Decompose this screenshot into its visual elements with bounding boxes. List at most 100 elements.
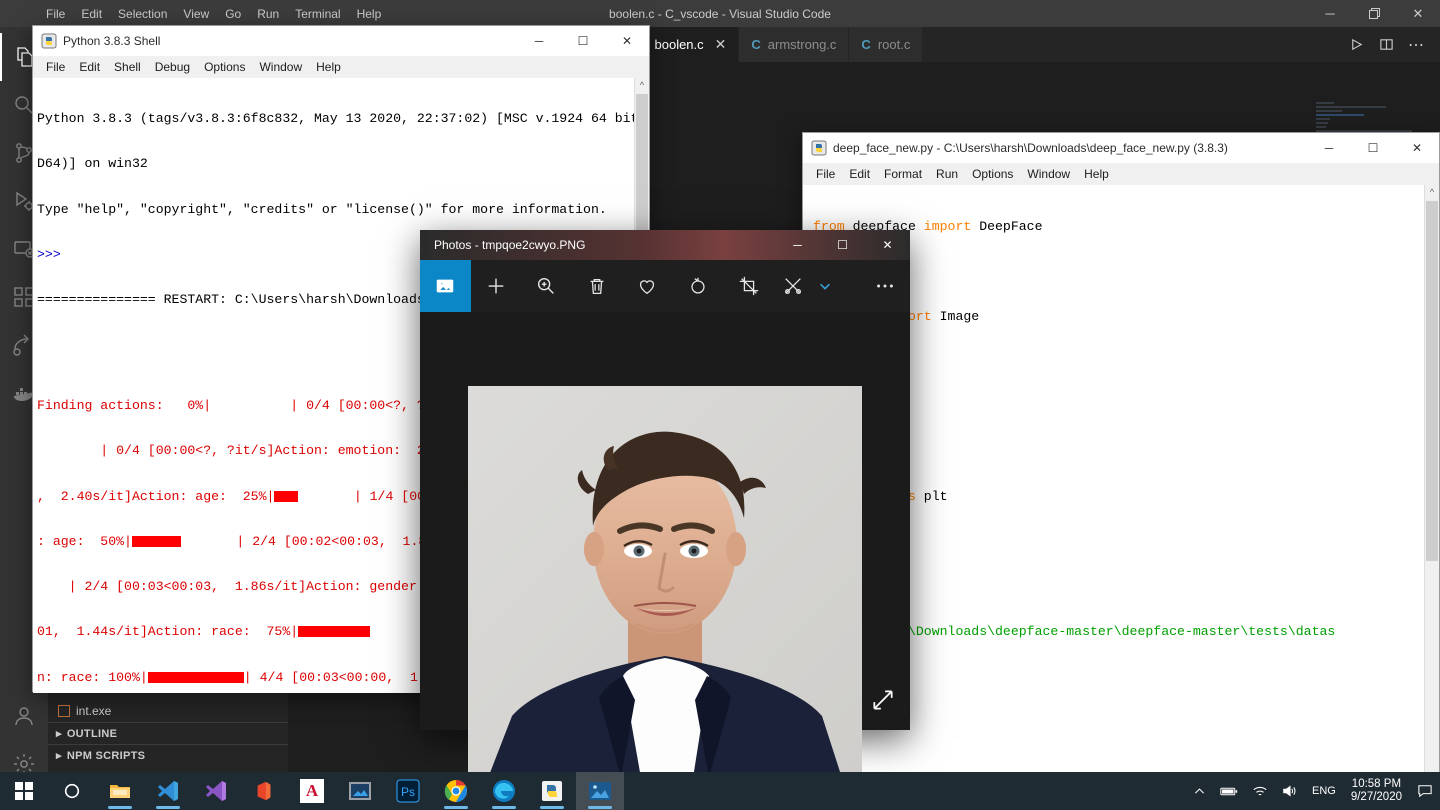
photos-window-controls[interactable]: ─ ☐ ✕ <box>775 230 910 260</box>
vscode-menu-edit[interactable]: Edit <box>73 3 110 25</box>
vscode-menu-view[interactable]: View <box>175 3 217 25</box>
shell-menu-options[interactable]: Options <box>197 59 252 75</box>
photos-window[interactable]: Photos - tmpqoe2cwyo.PNG ─ ☐ ✕ <box>420 230 910 778</box>
chevron-down-icon[interactable] <box>813 260 837 312</box>
tab-close-icon[interactable]: ✕ <box>715 36 727 53</box>
editor-menu-format[interactable]: Format <box>877 166 929 182</box>
see-more-icon[interactable] <box>859 260 910 312</box>
vscode-menu-selection[interactable]: Selection <box>110 3 175 25</box>
autocad-icon[interactable]: A <box>288 772 336 810</box>
photos-maximize-button[interactable]: ☐ <box>820 230 865 260</box>
python-editor-window-controls[interactable]: ─ ☐ ✕ <box>1307 133 1439 163</box>
vscode-window-controls[interactable]: ─ ✕ <box>1308 0 1440 27</box>
python-editor-scrollbar[interactable]: ^ <box>1424 185 1439 773</box>
photos-icon[interactable] <box>576 772 624 810</box>
python-editor-minimize-button[interactable]: ─ <box>1307 133 1351 163</box>
resize-grip-icon[interactable] <box>870 687 896 718</box>
account-icon[interactable] <box>0 692 48 740</box>
python-shell-close-button[interactable]: ✕ <box>605 26 649 56</box>
python-shell-maximize-button[interactable]: ☐ <box>561 26 605 56</box>
sidebar-section-npm-scripts[interactable]: ▸ NPM SCRIPTS <box>48 744 288 766</box>
python-shell-menubar[interactable]: File Edit Shell Debug Options Window Hel… <box>33 56 649 78</box>
add-icon[interactable] <box>471 260 522 312</box>
python-shell-minimize-button[interactable]: ─ <box>517 26 561 56</box>
vscode-editor-actions[interactable]: ⋯ <box>1342 27 1440 62</box>
scroll-up-icon[interactable]: ^ <box>1425 185 1439 199</box>
sidebar-section-outline[interactable]: ▸ OUTLINE <box>48 722 288 744</box>
photo-image[interactable] <box>468 386 862 778</box>
sidebar-file-label: int.exe <box>76 704 112 718</box>
photoshop-icon[interactable]: Ps <box>384 772 432 810</box>
shell-menu-edit[interactable]: Edit <box>72 59 107 75</box>
crop-icon[interactable] <box>723 260 774 312</box>
editor-menu-run[interactable]: Run <box>929 166 965 182</box>
favorite-heart-icon[interactable] <box>622 260 673 312</box>
vscode-menu-go[interactable]: Go <box>217 3 249 25</box>
edit-create-icon[interactable] <box>774 260 813 312</box>
vscode-close-button[interactable]: ✕ <box>1396 0 1440 27</box>
photos-canvas[interactable] <box>420 312 910 778</box>
vscode-menu-bar[interactable]: File Edit Selection View Go Run Terminal… <box>38 3 389 25</box>
editor-menu-help[interactable]: Help <box>1077 166 1116 182</box>
shell-menu-file[interactable]: File <box>39 59 72 75</box>
photos-close-button[interactable]: ✕ <box>865 230 910 260</box>
language-indicator[interactable]: ENG <box>1305 785 1343 797</box>
delete-icon[interactable] <box>572 260 623 312</box>
shell-menu-help[interactable]: Help <box>309 59 348 75</box>
editor-menu-window[interactable]: Window <box>1020 166 1077 182</box>
battery-icon[interactable] <box>1213 785 1245 798</box>
shell-banner-line: Type "help", "copyright", "credits" or "… <box>37 201 607 217</box>
python-shell-window-controls[interactable]: ─ ☐ ✕ <box>517 26 649 56</box>
vscode-icon[interactable] <box>144 772 192 810</box>
sidebar-file-item[interactable]: int.exe <box>48 700 288 722</box>
python-editor-close-button[interactable]: ✕ <box>1395 133 1439 163</box>
shell-menu-debug[interactable]: Debug <box>148 59 197 75</box>
file-explorer-icon[interactable] <box>96 772 144 810</box>
vscode-menu-run[interactable]: Run <box>249 3 287 25</box>
movies-tv-icon[interactable] <box>336 772 384 810</box>
tab-root-c[interactable]: C root.c <box>849 27 924 62</box>
run-icon[interactable] <box>1342 31 1370 59</box>
more-actions-icon[interactable]: ⋯ <box>1402 31 1430 59</box>
volume-icon[interactable] <box>1275 784 1305 798</box>
shell-menu-window[interactable]: Window <box>252 59 309 75</box>
show-hidden-icons[interactable] <box>1186 785 1213 798</box>
photos-toolbar[interactable] <box>420 260 910 312</box>
taskbar-clock[interactable]: 10:58 PM 9/27/2020 <box>1343 778 1410 804</box>
scroll-thumb[interactable] <box>1426 201 1438 561</box>
shell-menu-shell[interactable]: Shell <box>107 59 148 75</box>
vscode-menu-file[interactable]: File <box>38 3 73 25</box>
start-button[interactable] <box>0 772 48 810</box>
action-center-icon[interactable] <box>1410 784 1440 798</box>
vscode-minimize-button[interactable]: ─ <box>1308 0 1352 27</box>
office-icon[interactable] <box>240 772 288 810</box>
split-editor-icon[interactable] <box>1372 31 1400 59</box>
vscode-maximize-button[interactable] <box>1352 0 1396 27</box>
view-all-photos-icon[interactable] <box>420 260 471 312</box>
windows-taskbar[interactable]: A Ps ENG 10:58 PM 9/27/2020 <box>0 772 1440 810</box>
photos-minimize-button[interactable]: ─ <box>775 230 820 260</box>
python-editor-titlebar: deep_face_new.py - C:\Users\harsh\Downlo… <box>803 133 1439 163</box>
tab-label: armstrong.c <box>767 37 837 52</box>
python-editor-maximize-button[interactable]: ☐ <box>1351 133 1395 163</box>
wifi-icon[interactable] <box>1245 784 1275 798</box>
scroll-up-icon[interactable]: ^ <box>635 78 649 92</box>
zoom-icon[interactable] <box>521 260 572 312</box>
python-editor-menubar[interactable]: File Edit Format Run Options Window Help <box>803 163 1439 185</box>
editor-menu-edit[interactable]: Edit <box>842 166 877 182</box>
chevron-right-icon: ▸ <box>56 750 62 762</box>
tab-armstrong-c[interactable]: C armstrong.c <box>739 27 850 62</box>
tab-label: boolen.c <box>654 37 704 52</box>
cortana-search-icon[interactable] <box>48 772 96 810</box>
chrome-icon[interactable] <box>432 772 480 810</box>
vscode-menu-terminal[interactable]: Terminal <box>287 3 348 25</box>
editor-menu-file[interactable]: File <box>809 166 842 182</box>
edge-icon[interactable] <box>480 772 528 810</box>
svg-text:Ps: Ps <box>401 785 415 799</box>
system-tray[interactable]: ENG 10:58 PM 9/27/2020 <box>1186 772 1440 810</box>
editor-menu-options[interactable]: Options <box>965 166 1020 182</box>
python-idle-icon[interactable] <box>528 772 576 810</box>
rotate-icon[interactable] <box>673 260 724 312</box>
visual-studio-icon[interactable] <box>192 772 240 810</box>
vscode-menu-help[interactable]: Help <box>349 3 390 25</box>
